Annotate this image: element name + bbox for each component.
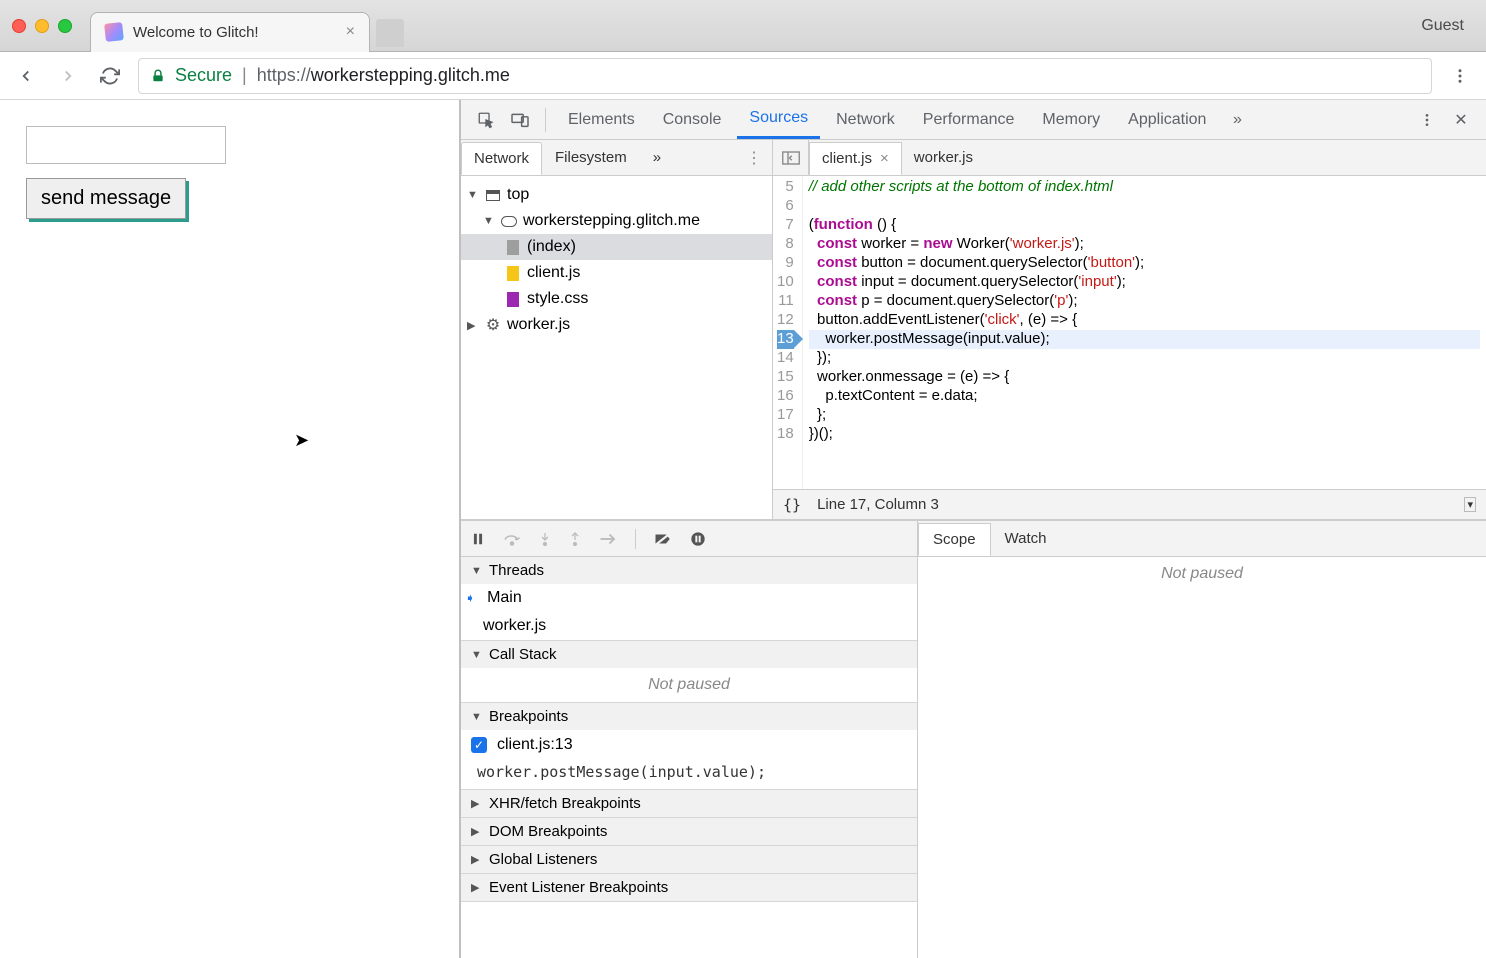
tab-performance[interactable]: Performance	[911, 102, 1027, 138]
pause-exceptions-button[interactable]	[690, 531, 706, 547]
editor-tab-worker[interactable]: worker.js	[902, 142, 985, 173]
browser-menu-button[interactable]	[1446, 62, 1474, 90]
deactivate-breakpoints-button[interactable]	[654, 531, 672, 547]
scope-tab-watch[interactable]: Watch	[991, 523, 1061, 554]
send-message-button[interactable]: send message	[26, 178, 186, 219]
tree-file-index[interactable]: (index)	[461, 234, 772, 260]
debugger-panel: ▼Threads Main worker.js ▼Call Stack Not …	[461, 521, 918, 958]
url-host: workerstepping.glitch.me	[311, 65, 510, 85]
callstack-status: Not paused	[461, 668, 917, 702]
breakpoint-code: worker.postMessage(input.value);	[461, 760, 917, 789]
thread-main[interactable]: Main	[461, 584, 917, 612]
back-button[interactable]	[12, 62, 40, 90]
cursor-position: Line 17, Column 3	[817, 496, 1464, 513]
lock-icon	[151, 68, 165, 84]
debugger-toolbar	[461, 521, 917, 557]
step-over-button[interactable]	[503, 532, 521, 546]
maximize-window-button[interactable]	[58, 19, 72, 33]
event-listener-breakpoints-header[interactable]: ▶Event Listener Breakpoints	[461, 874, 917, 901]
pause-button[interactable]	[471, 532, 485, 546]
editor-statusbar: {} Line 17, Column 3 ▾	[773, 489, 1486, 519]
devtools: Elements Console Sources Network Perform…	[460, 100, 1486, 958]
scope-panel: Scope Watch Not paused	[918, 521, 1486, 958]
threads-section: ▼Threads Main worker.js	[461, 557, 917, 641]
scope-tab-scope[interactable]: Scope	[918, 523, 991, 556]
tree-file-style[interactable]: style.css	[461, 286, 772, 312]
editor-tab-client[interactable]: client.js×	[809, 142, 902, 175]
code-editor[interactable]: 56789101112131415161718 // add other scr…	[773, 176, 1486, 489]
editor-panel: client.js× worker.js 5678910111213141516…	[773, 140, 1486, 519]
nav-tab-network[interactable]: Network	[461, 142, 542, 175]
tab-sources[interactable]: Sources	[737, 100, 820, 139]
file-tree: ▼top ▼workerstepping.glitch.me (index) c…	[461, 176, 772, 519]
step-into-button[interactable]	[539, 531, 551, 547]
minimize-window-button[interactable]	[35, 19, 49, 33]
device-toolbar-icon[interactable]	[505, 105, 535, 135]
xhr-breakpoints-header[interactable]: ▶XHR/fetch Breakpoints	[461, 790, 917, 817]
format-icon[interactable]: {}	[783, 496, 801, 514]
tree-file-client[interactable]: client.js	[461, 260, 772, 286]
tab-elements[interactable]: Elements	[556, 102, 647, 138]
devtools-close-icon[interactable]: ✕	[1446, 105, 1476, 135]
threads-header[interactable]: ▼Threads	[461, 557, 917, 584]
reload-button[interactable]	[96, 62, 124, 90]
callstack-section: ▼Call Stack Not paused	[461, 641, 917, 703]
tree-domain[interactable]: ▼workerstepping.glitch.me	[461, 208, 772, 234]
more-tabs-icon[interactable]: »	[1222, 105, 1252, 135]
sources-navigator: Network Filesystem » ⋮ ▼top ▼workerstepp…	[461, 140, 773, 519]
url-bar[interactable]: Secure | https://workerstepping.glitch.m…	[138, 58, 1432, 94]
close-window-button[interactable]	[12, 19, 26, 33]
message-input[interactable]	[26, 126, 226, 164]
tab-title: Welcome to Glitch!	[133, 24, 259, 41]
devtools-tabbar: Elements Console Sources Network Perform…	[461, 100, 1486, 140]
breakpoints-header[interactable]: ▼Breakpoints	[461, 703, 917, 730]
step-out-button[interactable]	[569, 531, 581, 547]
inspect-element-icon[interactable]	[471, 105, 501, 135]
nav-tab-filesystem[interactable]: Filesystem	[542, 141, 640, 174]
tree-top[interactable]: ▼top	[461, 182, 772, 208]
global-listeners-header[interactable]: ▶Global Listeners	[461, 846, 917, 873]
tab-memory[interactable]: Memory	[1030, 102, 1112, 138]
window-titlebar: Welcome to Glitch! × Guest	[0, 0, 1486, 52]
favicon-icon	[104, 22, 124, 42]
forward-button[interactable]	[54, 62, 82, 90]
dom-breakpoints-header[interactable]: ▶DOM Breakpoints	[461, 818, 917, 845]
close-editor-tab-icon[interactable]: ×	[880, 150, 889, 167]
url-protocol: https://	[257, 65, 311, 85]
traffic-lights	[12, 19, 72, 33]
close-tab-icon[interactable]: ×	[346, 23, 355, 41]
tab-application[interactable]: Application	[1116, 102, 1218, 138]
tab-network[interactable]: Network	[824, 102, 907, 138]
devtools-menu-icon[interactable]	[1412, 105, 1442, 135]
breakpoints-section: ▼Breakpoints ✓ client.js:13 worker.postM…	[461, 703, 917, 790]
browser-tab[interactable]: Welcome to Glitch! ×	[90, 12, 370, 52]
new-tab-button[interactable]	[376, 19, 404, 47]
page-viewport: send message	[0, 100, 460, 958]
nav-tab-more-icon[interactable]: »	[640, 141, 674, 174]
browser-toolbar: Secure | https://workerstepping.glitch.m…	[0, 52, 1486, 100]
navigator-menu-icon[interactable]: ⋮	[736, 144, 772, 172]
breakpoint-label: client.js:13	[497, 736, 573, 754]
thread-worker[interactable]: worker.js	[461, 612, 917, 640]
callstack-header[interactable]: ▼Call Stack	[461, 641, 917, 668]
toggle-navigator-icon[interactable]	[773, 140, 809, 175]
step-button[interactable]	[599, 533, 617, 545]
breakpoint-item[interactable]: ✓ client.js:13	[461, 730, 917, 760]
guest-label[interactable]: Guest	[1421, 17, 1464, 35]
scope-status: Not paused	[918, 557, 1486, 591]
secure-label: Secure	[175, 65, 232, 86]
tree-worker[interactable]: ▶⚙worker.js	[461, 312, 772, 338]
breakpoint-checkbox[interactable]: ✓	[471, 737, 487, 753]
tab-console[interactable]: Console	[651, 102, 734, 138]
statusbar-menu-icon[interactable]: ▾	[1464, 497, 1476, 512]
